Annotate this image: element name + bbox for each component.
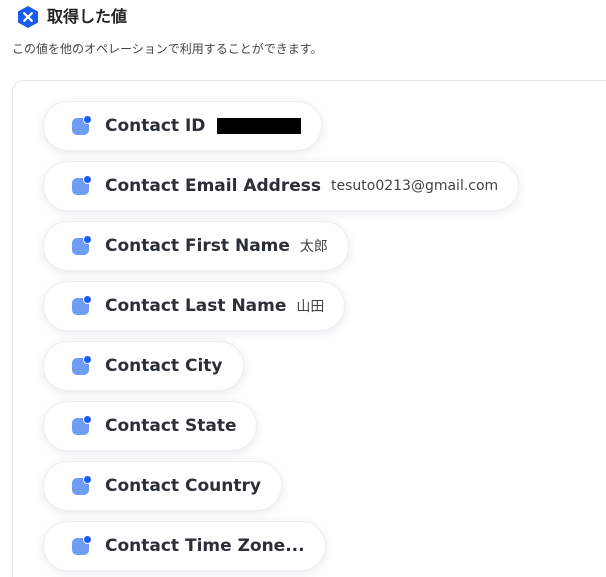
values-panel: Contact ID Contact Email Address tesuto0… [12,80,606,577]
variable-icon [72,355,92,376]
field-label: Contact Email Address [105,176,321,196]
variable-icon [72,415,92,436]
variable-icon [72,175,92,196]
field-chip-contact-first-name[interactable]: Contact First Name 太郎 [43,221,349,271]
variable-icon [72,115,92,136]
x-hexagon-icon [18,6,38,28]
field-value: tesuto0213@gmail.com [331,178,499,194]
variable-icon [72,475,92,496]
field-label: Contact First Name [105,236,290,256]
page-subtitle: この値を他のオペレーションで利用することができます。 [12,42,323,56]
page-title: 取得した値 [47,7,128,26]
field-chip-contact-email[interactable]: Contact Email Address tesuto0213@gmail.c… [43,161,520,211]
field-chip-contact-last-name[interactable]: Contact Last Name 山田 [43,281,346,331]
variable-icon [72,235,92,256]
field-chip-contact-country[interactable]: Contact Country [43,461,282,511]
section-header: 取得した値 [16,5,127,29]
field-value: 山田 [296,299,325,315]
field-chip-contact-city[interactable]: Contact City [43,341,244,391]
variable-icon [72,295,92,316]
redacted-value [217,118,302,134]
field-chip-contact-id[interactable]: Contact ID [43,101,323,151]
field-value: 太郎 [299,239,328,255]
field-label: Contact Last Name [105,296,287,316]
field-label: Contact ID [105,116,206,136]
field-label: Contact Time Zone... [105,536,305,556]
field-label: Contact State [105,416,237,436]
field-chip-contact-state[interactable]: Contact State [43,401,258,451]
variable-icon [72,535,92,556]
field-label: Contact City [105,356,223,376]
field-label: Contact Country [105,476,261,496]
field-chip-contact-time-zone[interactable]: Contact Time Zone... [43,521,326,571]
